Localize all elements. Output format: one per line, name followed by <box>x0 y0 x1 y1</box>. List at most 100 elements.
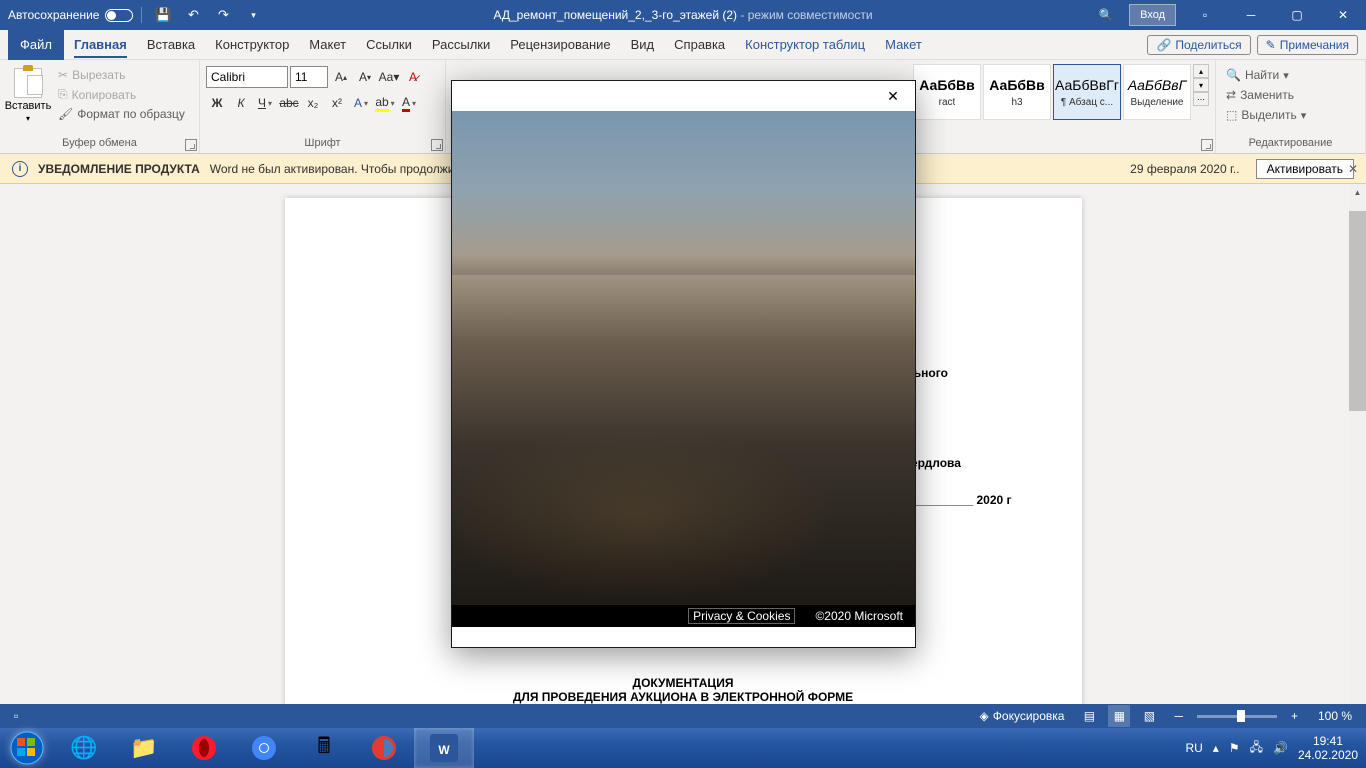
tray-clock[interactable]: 19:41 24.02.2020 <box>1298 734 1358 763</box>
tray-flag-icon[interactable]: ⚑ <box>1229 741 1240 755</box>
ribbon-display-icon[interactable]: ▫ <box>1182 0 1228 30</box>
tray-volume-icon[interactable]: 🔊 <box>1273 741 1288 755</box>
share-button[interactable]: 🔗 Поделиться <box>1147 35 1250 55</box>
tab-table-layout[interactable]: Макет <box>875 30 932 60</box>
style-item-bold[interactable]: АаБбВвract <box>913 64 981 120</box>
bold-button[interactable]: Ж <box>206 92 228 114</box>
tab-design[interactable]: Конструктор <box>205 30 299 60</box>
group-font: A▴ A▾ Aa▾ A̷ Ж К Ч abc x₂ x² A ab A Шриф… <box>200 60 446 153</box>
tab-help[interactable]: Справка <box>664 30 735 60</box>
print-layout-icon[interactable]: ▦ <box>1108 705 1130 727</box>
login-button[interactable]: Вход <box>1129 4 1176 26</box>
clear-format-button[interactable]: A̷ <box>402 66 424 88</box>
font-size-select[interactable] <box>290 66 328 88</box>
taskbar-calc[interactable]: 🖩 <box>294 728 354 768</box>
style-item-paragraph[interactable]: АаБбВвГг¶ Абзац с... <box>1053 64 1121 120</box>
styles-more[interactable]: ▴▾⋯ <box>1193 64 1209 120</box>
italic-button[interactable]: К <box>230 92 252 114</box>
taskbar-chrome[interactable] <box>234 728 294 768</box>
privacy-link[interactable]: Privacy & Cookies <box>688 608 795 624</box>
paste-button[interactable]: Вставить ▾ <box>6 66 50 125</box>
change-case-button[interactable]: Aa▾ <box>378 66 400 88</box>
group-clipboard: Вставить ▾ ✂Вырезать ⎘Копировать 🖌Формат… <box>0 60 200 153</box>
comments-button[interactable]: ✎ Примечания <box>1257 35 1358 55</box>
search-icon[interactable]: 🔍 <box>1083 0 1129 30</box>
taskbar-explorer[interactable]: 📁 <box>114 728 174 768</box>
save-icon[interactable]: 💾 <box>150 2 176 28</box>
tab-insert[interactable]: Вставка <box>137 30 205 60</box>
zoom-in-button[interactable]: + <box>1285 704 1304 728</box>
tray-show-hidden-icon[interactable]: ▴ <box>1213 741 1219 755</box>
maximize-button[interactable]: ▢ <box>1274 0 1320 30</box>
vertical-scrollbar[interactable]: ▲ <box>1349 184 1366 714</box>
read-mode-icon[interactable]: ▤ <box>1078 705 1100 727</box>
qat-customize-icon[interactable]: ▾ <box>240 2 266 28</box>
paste-label: Вставить <box>5 100 52 112</box>
find-button[interactable]: 🔍Найти ▾ <box>1222 66 1359 84</box>
replace-button[interactable]: ⇄Заменить <box>1222 86 1359 104</box>
web-layout-icon[interactable]: ▧ <box>1138 705 1160 727</box>
taskbar-ie[interactable]: 🌐 <box>54 728 114 768</box>
tab-file[interactable]: Файл <box>8 30 64 60</box>
cut-button[interactable]: ✂Вырезать <box>54 66 189 84</box>
zoom-slider[interactable] <box>1197 715 1277 718</box>
tray-network-icon[interactable]: 🖧 <box>1250 738 1263 759</box>
activate-button[interactable]: Активировать <box>1256 159 1354 179</box>
system-tray: RU ▴ ⚑ 🖧 🔊 19:41 24.02.2020 <box>1185 734 1366 763</box>
text-effects-button[interactable]: A <box>350 92 372 114</box>
tab-references[interactable]: Ссылки <box>356 30 422 60</box>
tab-review[interactable]: Рецензирование <box>500 30 620 60</box>
cursor-icon: ⬚ <box>1226 108 1237 122</box>
minimize-button[interactable]: ─ <box>1228 0 1274 30</box>
underline-button[interactable]: Ч <box>254 92 276 114</box>
grow-font-button[interactable]: A▴ <box>330 66 352 88</box>
select-button[interactable]: ⬚Выделить ▾ <box>1222 106 1359 124</box>
notice-close-button[interactable]: ✕ <box>1348 162 1358 176</box>
subscript-button[interactable]: x₂ <box>302 92 324 114</box>
shrink-font-button[interactable]: A▾ <box>354 66 376 88</box>
copy-button[interactable]: ⎘Копировать <box>54 85 189 104</box>
clipboard-launcher[interactable] <box>185 139 197 151</box>
zoom-out-button[interactable]: ─ <box>1168 704 1189 728</box>
search-icon: 🔍 <box>1226 68 1241 82</box>
font-color-button[interactable]: A <box>398 92 420 114</box>
strike-button[interactable]: abc <box>278 92 300 114</box>
redo-icon[interactable]: ↷ <box>210 2 236 28</box>
dialog-background-image: Privacy & Cookies ©2020 Microsoft <box>452 111 915 627</box>
tab-home[interactable]: Главная <box>64 30 137 60</box>
style-item-selection[interactable]: АаБбВвГВыделение <box>1123 64 1191 120</box>
tray-language[interactable]: RU <box>1185 741 1202 755</box>
start-button[interactable] <box>0 728 54 768</box>
font-launcher[interactable] <box>431 139 443 151</box>
font-name-select[interactable] <box>206 66 288 88</box>
autosave-toggle[interactable]: Автосохранение <box>8 8 133 22</box>
statusbar-left-icon[interactable]: ▫ <box>8 704 24 728</box>
document-heading: ДОКУМЕНТАЦИЯ ДЛЯ ПРОВЕДЕНИЯ АУКЦИОНА В Э… <box>285 676 1082 704</box>
copy-icon: ⎘ <box>58 87 68 102</box>
undo-icon[interactable]: ↶ <box>180 2 206 28</box>
dialog-close-button[interactable]: ✕ <box>881 84 905 108</box>
scroll-thumb[interactable] <box>1349 211 1366 411</box>
taskbar-ccleaner[interactable] <box>354 728 414 768</box>
close-button[interactable]: ✕ <box>1320 0 1366 30</box>
tab-view[interactable]: Вид <box>621 30 665 60</box>
scroll-up-icon[interactable]: ▲ <box>1349 184 1366 201</box>
focus-mode-button[interactable]: ◈ Фокусировка <box>974 704 1071 728</box>
taskbar-word[interactable]: W <box>414 728 474 768</box>
ribbon-tabs: Файл Главная Вставка Конструктор Макет С… <box>0 30 1366 60</box>
format-painter-button[interactable]: 🖌Формат по образцу <box>54 105 189 123</box>
tab-mailings[interactable]: Рассылки <box>422 30 500 60</box>
font-group-label: Шрифт <box>206 137 439 151</box>
tab-table-design[interactable]: Конструктор таблиц <box>735 30 875 60</box>
superscript-button[interactable]: x² <box>326 92 348 114</box>
clipboard-group-label: Буфер обмена <box>6 137 193 151</box>
highlight-button[interactable]: ab <box>374 92 396 114</box>
taskbar-opera[interactable] <box>174 728 234 768</box>
tab-layout[interactable]: Макет <box>299 30 356 60</box>
toggle-off-icon <box>105 9 133 22</box>
paste-icon <box>14 68 42 98</box>
zoom-level[interactable]: 100 % <box>1312 704 1358 728</box>
style-item-h3[interactable]: АаБбВвh3 <box>983 64 1051 120</box>
taskbar: 🌐 📁 🖩 W RU ▴ ⚑ 🖧 🔊 19:41 24.02.2020 <box>0 728 1366 768</box>
styles-launcher[interactable] <box>1201 139 1213 151</box>
